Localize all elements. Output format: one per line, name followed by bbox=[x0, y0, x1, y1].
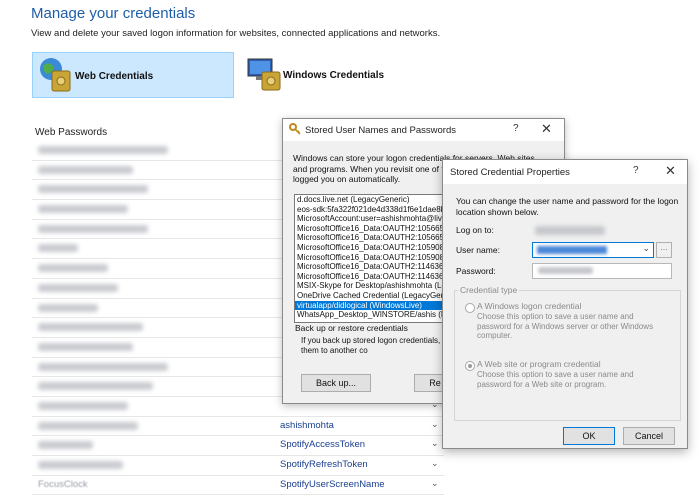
web-credential-radio[interactable] bbox=[465, 361, 475, 371]
credential-type-label: Credential type bbox=[458, 285, 520, 295]
windows-logon-radio[interactable] bbox=[465, 303, 475, 313]
password-label: Password: bbox=[456, 266, 496, 276]
help-button[interactable]: ? bbox=[633, 165, 639, 176]
list-item[interactable]: MicrosoftOffice16_Data:OAUTH2:1059083 bbox=[295, 253, 457, 263]
dialog-title: Stored Credential Properties bbox=[450, 167, 570, 178]
web-credential-description: Choose this option to save a user name a… bbox=[477, 370, 634, 389]
tab-web-credentials-label: Web Credentials bbox=[75, 71, 154, 82]
windows-logon-description: Choose this option to save a user name a… bbox=[477, 312, 654, 340]
windows-logon-label: A Windows logon credential bbox=[477, 301, 582, 311]
list-item[interactable]: FocusClock SpotifyUserScreenName ⌄ bbox=[32, 476, 444, 495]
page-title: Manage your credentials bbox=[31, 5, 196, 22]
dialog-title: Stored User Names and Passwords bbox=[305, 125, 457, 136]
log-on-to-value bbox=[535, 226, 605, 235]
list-item[interactable]: MicrosoftOffice16_Data:OAUTH2:1056659 bbox=[295, 224, 457, 234]
windows-credentials-icon bbox=[246, 56, 282, 97]
key-icon bbox=[289, 123, 301, 138]
dialog-titlebar: Stored User Names and Passwords ? ✕ bbox=[283, 119, 564, 141]
backup-header: Back up or restore credentials bbox=[295, 323, 408, 333]
ok-button[interactable]: OK bbox=[563, 427, 615, 445]
dialog-intro: You can change the user name and passwor… bbox=[456, 196, 679, 217]
web-credentials-icon bbox=[38, 57, 72, 98]
tab-web-credentials[interactable]: Web Credentials bbox=[32, 52, 234, 98]
tab-windows-credentials-label: Windows Credentials bbox=[283, 70, 385, 81]
user-name-label: User name: bbox=[456, 245, 500, 255]
list-item[interactable]: MicrosoftOffice16_Data:OAUTH2:1146368 bbox=[295, 262, 457, 272]
browse-button[interactable]: … bbox=[656, 242, 672, 258]
list-item[interactable]: MicrosoftOffice16_Data:OAUTH2:1056659 bbox=[295, 233, 457, 243]
help-button[interactable]: ? bbox=[513, 123, 519, 134]
chevron-down-icon: ⌄ bbox=[431, 418, 439, 429]
dialog-titlebar: Stored Credential Properties ? ✕ bbox=[443, 160, 687, 184]
page-subtitle: View and delete your saved logon informa… bbox=[31, 28, 441, 39]
tab-windows-credentials[interactable]: Windows Credentials bbox=[243, 52, 433, 98]
list-item[interactable]: MicrosoftOffice16_Data:OAUTH2:1059083 bbox=[295, 243, 457, 253]
password-field[interactable] bbox=[532, 263, 672, 279]
list-item[interactable]: d.docs.live.net (LegacyGeneric) bbox=[295, 195, 457, 205]
close-button[interactable]: ✕ bbox=[541, 121, 552, 137]
list-item[interactable]: MicrosoftAccount:user=ashishmohta@live. bbox=[295, 214, 457, 224]
list-item[interactable]: OneDrive Cached Credential (LegacyGene bbox=[295, 291, 457, 301]
cancel-button[interactable]: Cancel bbox=[623, 427, 675, 445]
web-passwords-header: Web Passwords bbox=[35, 127, 108, 138]
site-name: FocusClock bbox=[38, 478, 88, 490]
credential-properties-dialog: Stored Credential Properties ? ✕ You can… bbox=[442, 159, 688, 449]
web-credential-label: A Web site or program credential bbox=[477, 359, 601, 369]
list-item[interactable]: SpotifyRefreshToken ⌄ bbox=[32, 456, 444, 476]
list-item-selected[interactable]: virtualapp/didlogical (WindowsLive) bbox=[295, 300, 457, 311]
close-button[interactable]: ✕ bbox=[665, 163, 676, 179]
log-on-to-label: Log on to: bbox=[456, 225, 494, 235]
backup-button[interactable]: Back up... bbox=[301, 374, 371, 392]
list-item[interactable]: MicrosoftOffice16_Data:OAUTH2:1146368 bbox=[295, 272, 457, 282]
list-item[interactable]: MSIX-Skype for Desktop/ashishmohta (Leg bbox=[295, 281, 457, 291]
list-item[interactable]: ashishmohta ⌄ bbox=[32, 417, 444, 437]
list-item[interactable]: SpotifyAccessToken ⌄ bbox=[32, 436, 444, 456]
list-item[interactable]: eos-sdk:5fa322f021de4d338d1f6e1dae8b bbox=[295, 205, 457, 215]
credentials-listbox[interactable]: d.docs.live.net (LegacyGeneric) eos-sdk:… bbox=[294, 194, 458, 323]
user-name-combobox[interactable]: ⌄ bbox=[532, 242, 654, 258]
chevron-down-icon: ⌄ bbox=[431, 477, 439, 488]
list-item[interactable]: WhatsApp_Desktop_WINSTORE/ashis (L bbox=[295, 310, 457, 320]
chevron-down-icon: ⌄ bbox=[431, 458, 439, 468]
chevron-down-icon[interactable]: ⌄ bbox=[642, 243, 650, 254]
chevron-down-icon: ⌄ bbox=[431, 438, 439, 449]
